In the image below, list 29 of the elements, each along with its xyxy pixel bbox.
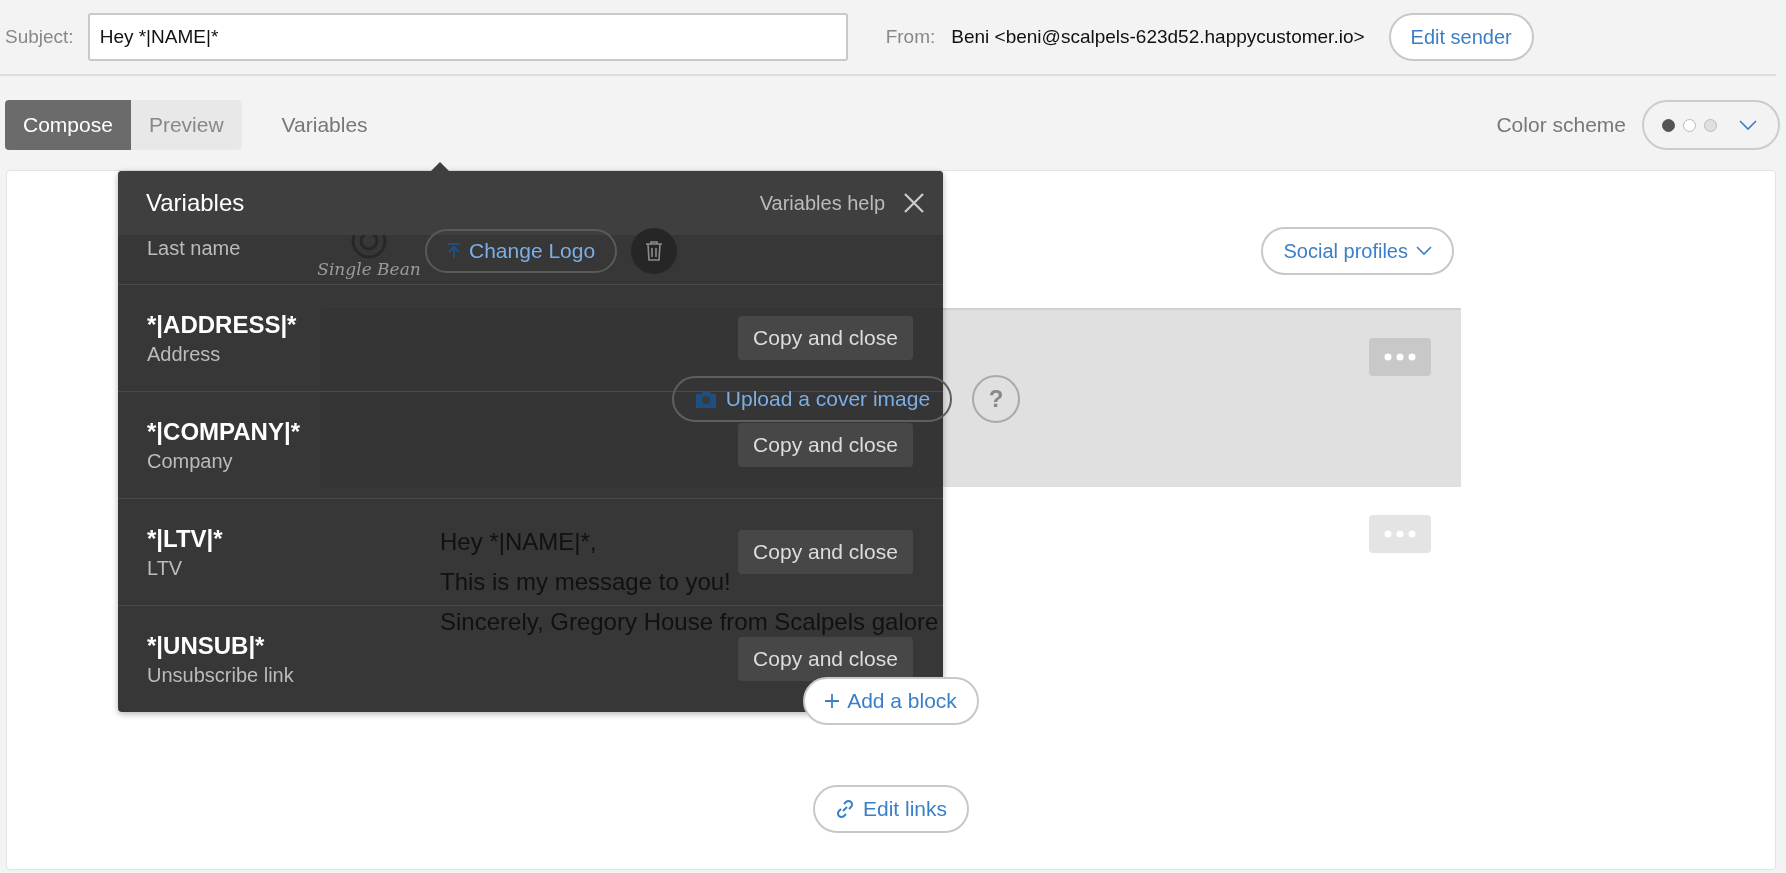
variable-description: LTV (147, 556, 183, 580)
variable-tag: *|LTV|* (147, 524, 223, 553)
variable-description: Address (147, 342, 221, 366)
variables-help-link[interactable]: Variables help (759, 191, 885, 215)
social-profiles-button[interactable]: Social profiles (1261, 227, 1454, 275)
subject-label: Subject: (5, 26, 74, 48)
add-block-button[interactable]: Add a block (803, 677, 979, 725)
variables-tab[interactable]: Variables (275, 100, 374, 150)
subject-field[interactable]: Hey *|NAME|* (87, 13, 848, 61)
edit-sender-button[interactable]: Edit sender (1388, 13, 1534, 61)
variable-tag: *|UNSUB|* (147, 631, 265, 660)
copy-and-close-button[interactable]: Copy and close (738, 530, 913, 574)
tab[interactable]: Preview (130, 100, 242, 150)
variable-tag: *|ADDRESS|* (147, 310, 297, 339)
variable-tag: *|COMPANY|* (147, 417, 300, 446)
edit-links-button[interactable]: Edit links (813, 785, 969, 833)
tab[interactable]: Compose (5, 100, 131, 150)
copy-and-close-button[interactable]: Copy and close (738, 637, 913, 681)
copy-and-close-button[interactable]: Copy and close (738, 316, 913, 360)
copy-and-close-button[interactable]: Copy and close (738, 423, 913, 467)
from-label: From: (885, 26, 936, 48)
variable-description: Last name (147, 237, 241, 260)
variable-description: Company (147, 449, 233, 473)
logo-text: Single Bean (317, 259, 421, 279)
help-button[interactable]: ? (972, 374, 1021, 423)
color-scheme-label: Color scheme (1496, 113, 1626, 137)
popover-title: Variables (146, 189, 245, 217)
sender-address: Beni <beni@scalpels-623d52.happycustomer.io> (951, 26, 1365, 48)
variable-description: Unsubscribe link (147, 663, 294, 687)
